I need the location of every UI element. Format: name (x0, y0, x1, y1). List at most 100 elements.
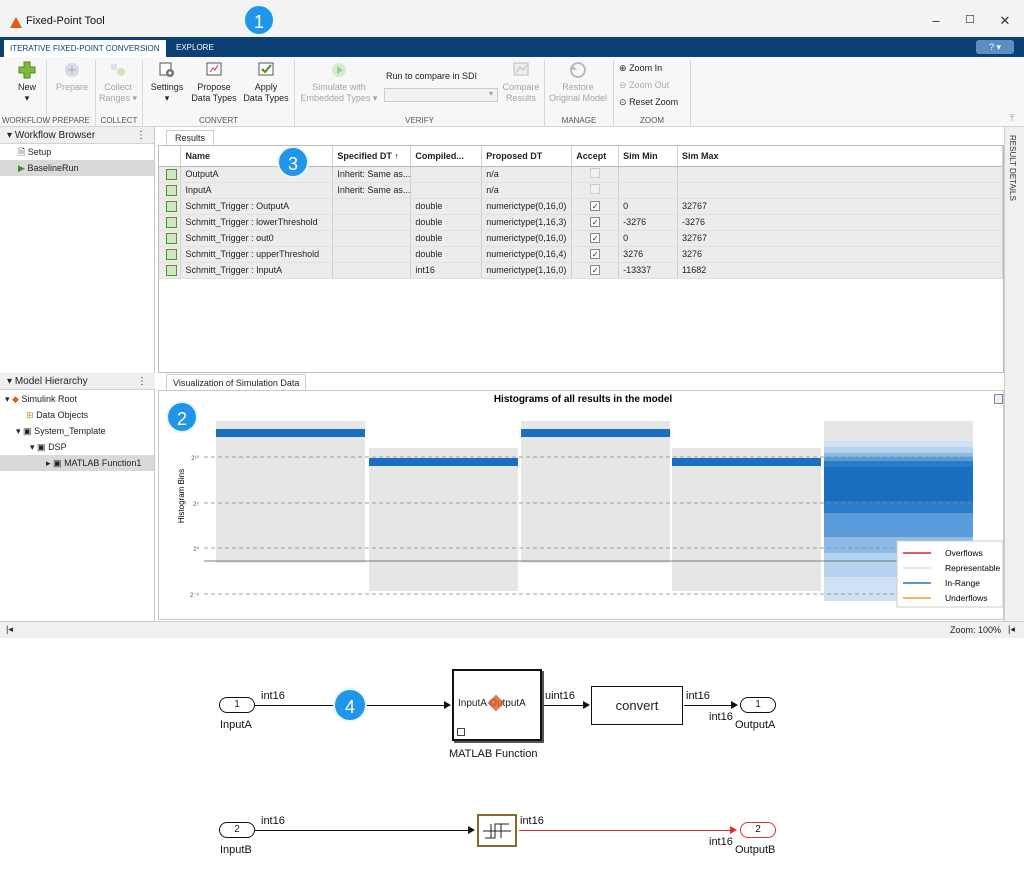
col-compiled[interactable]: Compiled... (410, 146, 483, 167)
help-button[interactable]: ? ▾ (976, 40, 1014, 54)
cell-specified-dt (332, 246, 412, 263)
y-tick-label: 2⁰ (193, 546, 199, 553)
accept-checkbox[interactable]: ✓ (590, 201, 601, 211)
relay-out-type: int16 (520, 815, 544, 827)
table-row[interactable]: Schmitt_Trigger : OutputA double numericty… (159, 198, 1004, 215)
tree-simulink-root[interactable]: ▾ ◆ Simulink Root (0, 391, 154, 407)
table-row[interactable]: InputA Inherit: Same as... n/a (159, 182, 1004, 199)
result-details-label: RESULT DETAILS (1008, 135, 1017, 201)
zoom-in-button[interactable]: ⊕ Zoom In (619, 63, 662, 74)
cell-name: OutputA (180, 166, 334, 183)
outport-outputb[interactable]: 2 (740, 822, 776, 838)
col-proposed-dt[interactable]: Proposed DT (481, 146, 573, 167)
setup-label: Setup (27, 147, 52, 157)
table-row[interactable]: Schmitt_Trigger : lowerThreshold double nu… (159, 214, 1004, 231)
zoom-in-icon: ⊕ (619, 63, 627, 73)
inport-inputb[interactable]: 2 (219, 822, 255, 838)
propose-data-types-button[interactable]: Propose Data Types (190, 61, 238, 104)
col-name[interactable]: Name (180, 146, 334, 167)
tree-matlab-function1[interactable]: ▸ ▣ MATLAB Function1 (0, 455, 154, 471)
compare-results-button[interactable]: Compare Results (500, 61, 542, 104)
tree-system-template[interactable]: ▾ ▣ System_Template (0, 423, 154, 439)
workflow-item-baselinerun[interactable]: ▶ BaselineRun (0, 160, 154, 176)
cell-sim-max: -3276 (677, 214, 1004, 231)
inputb-label: InputB (220, 844, 252, 856)
inport-inputa[interactable]: 1 (219, 697, 255, 713)
data-objects-label: Data Objects (36, 410, 89, 420)
system-template-label: System_Template (34, 426, 106, 436)
matlab-function1-label: MATLAB Function1 (64, 458, 142, 468)
cell-accept: ✓ (571, 262, 620, 279)
tree-dsp[interactable]: ▾ ▣ DSP (0, 439, 154, 455)
cell-compiled (410, 182, 483, 199)
table-row[interactable]: Schmitt_Trigger : InputA int16 numerictype… (159, 262, 1004, 279)
model-hierarchy-header[interactable]: ▾ Model Hierarchy ⋮ (0, 373, 155, 390)
col-specified-dt[interactable]: Specified DT ↑ (332, 146, 412, 167)
close-button[interactable]: ✕ (995, 13, 1015, 29)
col-sim-min[interactable]: Sim Min (618, 146, 678, 167)
accept-checkbox[interactable]: ✓ (590, 265, 601, 275)
col-sim-max[interactable]: Sim Max (677, 146, 1004, 167)
tab-iterative-conversion[interactable]: ITERATIVE FIXED-POINT CONVERSION (3, 39, 167, 57)
status-expand-icon[interactable]: |◂ (1008, 624, 1015, 635)
arrow-icon (583, 701, 590, 709)
outputb-label: OutputB (735, 844, 776, 856)
matlab-fn-out-type: uint16 (545, 690, 575, 702)
collapse-ribbon-icon[interactable]: ⤒ (1010, 113, 1014, 124)
collect-ranges-button[interactable]: Collect Ranges ▾ (98, 61, 138, 104)
outport-outputa[interactable]: 1 (740, 697, 776, 713)
cell-accept: ✓ (571, 230, 620, 247)
matlab-function-block[interactable]: InputA OutputA (452, 669, 542, 741)
ribbon-divider (690, 60, 691, 126)
result-icon (166, 200, 178, 212)
cell-accept: ✓ (571, 214, 620, 231)
col-accept[interactable]: Accept (571, 146, 620, 167)
row-icon (159, 166, 182, 183)
status-collapse-icon[interactable]: |◂ (6, 624, 13, 635)
reset-zoom-button[interactable]: ⊙ Reset Zoom (619, 97, 678, 108)
dsp-label: DSP (48, 442, 67, 452)
relay-block[interactable] (477, 814, 517, 847)
accept-checkbox[interactable] (590, 184, 601, 194)
workflow-item-setup[interactable]: 🗎 Setup (0, 144, 154, 160)
result-details-strip[interactable]: RESULT DETAILS (1004, 127, 1024, 621)
zoom-out-button[interactable]: ⊖ Zoom Out (619, 80, 669, 91)
accept-checkbox[interactable] (590, 168, 601, 178)
prepare-button[interactable]: Prepare (53, 61, 91, 93)
minimize-button[interactable]: – (926, 13, 946, 28)
tree-data-objects[interactable]: ⊞ Data Objects (0, 407, 154, 423)
signal-line-red (519, 830, 733, 831)
cell-specified-dt: Inherit: Same as... (332, 166, 412, 183)
inputa-type: int16 (261, 690, 285, 702)
accept-checkbox[interactable]: ✓ (590, 233, 601, 243)
table-row[interactable]: Schmitt_Trigger : out0 double numerictype(… (159, 230, 1004, 247)
prepare-icon (65, 63, 79, 77)
restore-model-button[interactable]: Restore Original Model (546, 61, 610, 104)
table-row[interactable]: Schmitt_Trigger : upperThreshold double nu… (159, 246, 1004, 263)
workflow-browser-header[interactable]: ▾ Workflow Browser ⋮ (0, 127, 154, 144)
settings-button[interactable]: Settings ▾ (148, 61, 186, 104)
run-select-dropdown[interactable]: ▾ (384, 88, 498, 102)
accept-checkbox[interactable]: ✓ (590, 249, 601, 259)
cell-sim-min: -3276 (618, 214, 678, 231)
chart-menu-icon[interactable] (994, 394, 1003, 404)
in-range-bar (216, 429, 365, 437)
cell-sim-min: 0 (618, 198, 678, 215)
new-button[interactable]: New ▾ (11, 61, 43, 104)
simulate-embedded-button[interactable]: Simulate with Embedded Types ▾ (298, 61, 380, 104)
cell-specified-dt (332, 262, 412, 279)
convert-block[interactable]: convert (591, 686, 683, 725)
maximize-button[interactable]: ☐ (960, 13, 980, 26)
cell-proposed-dt: n/a (481, 166, 573, 183)
cell-sim-min: 3276 (618, 246, 678, 263)
visualization-tab[interactable]: Visualization of Simulation Data (166, 374, 307, 390)
zoom-in-label: Zoom In (629, 63, 663, 73)
apply-data-types-button[interactable]: Apply Data Types (242, 61, 290, 104)
settings-icon (159, 62, 174, 77)
arrow-icon (730, 826, 737, 834)
cell-compiled (410, 166, 483, 183)
results-tab[interactable]: Results (166, 130, 215, 145)
accept-checkbox[interactable]: ✓ (590, 217, 601, 227)
matlab-function-label: MATLAB Function (449, 748, 538, 760)
tab-explore[interactable]: EXPLORE (170, 39, 220, 57)
